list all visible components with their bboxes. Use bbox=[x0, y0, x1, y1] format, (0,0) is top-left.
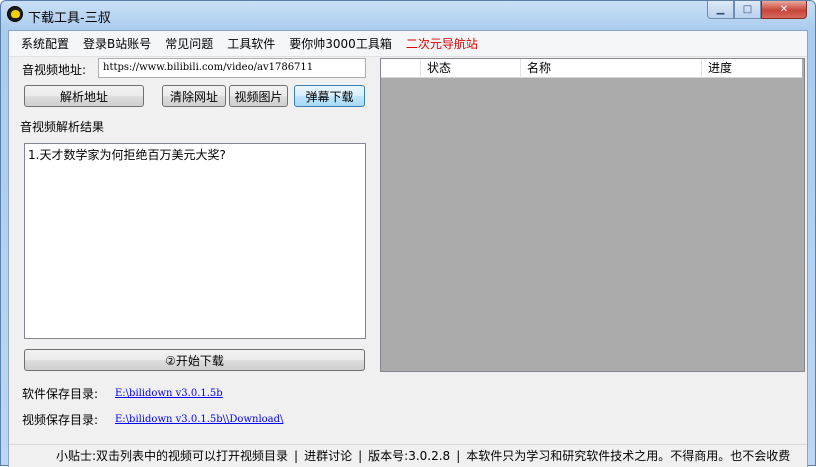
title-bar[interactable]: 下载工具-三叔 ▁ □ ✕ bbox=[1, 1, 815, 29]
column-header-name[interactable]: 名称 bbox=[521, 59, 702, 78]
join-group-link[interactable]: 进群讨论 bbox=[304, 449, 352, 463]
parse-address-button[interactable]: 解析地址 bbox=[24, 85, 144, 107]
status-separator: | bbox=[294, 449, 299, 463]
video-image-button[interactable]: 视频图片 bbox=[229, 85, 288, 107]
status-separator: | bbox=[456, 449, 461, 463]
clear-url-button[interactable]: 清除网址 bbox=[162, 85, 226, 107]
menu-bar: 系统配置 登录B站账号 常见问题 工具软件 要你帅3000工具箱 二次元导航站 bbox=[9, 31, 807, 57]
window-title: 下载工具-三叔 bbox=[28, 11, 111, 26]
client-area: 系统配置 登录B站账号 常见问题 工具软件 要你帅3000工具箱 二次元导航站 … bbox=[8, 30, 808, 467]
minimize-button[interactable]: ▁ bbox=[707, 1, 734, 19]
column-header-status[interactable]: 状态 bbox=[421, 59, 521, 78]
column-header-blank[interactable] bbox=[381, 59, 421, 78]
video-dir-link[interactable]: E:\bilidown v3.0.1.5b\\Download\ bbox=[115, 414, 283, 425]
menu-faq[interactable]: 常见问题 bbox=[159, 31, 221, 57]
disclaimer-text: 本软件只为学习和研究软件技术之用。不得商用。也不会收费 bbox=[466, 449, 791, 463]
download-list[interactable]: 状态 名称 进度 bbox=[380, 58, 805, 372]
software-dir-link[interactable]: E:\bilidown v3.0.1.5b bbox=[115, 388, 223, 399]
menu-toolbox[interactable]: 要你帅3000工具箱 bbox=[283, 31, 400, 57]
menu-login-bilibili[interactable]: 登录B站账号 bbox=[77, 31, 159, 57]
danmaku-download-button[interactable]: 弹幕下载 bbox=[294, 85, 365, 107]
download-list-header: 状态 名称 进度 bbox=[381, 59, 802, 78]
start-download-button[interactable]: ②开始下载 bbox=[24, 349, 365, 371]
version-text: 版本号:3.0.2.8 bbox=[368, 449, 451, 463]
app-window: 下载工具-三叔 ▁ □ ✕ 系统配置 登录B站账号 常见问题 工具软件 要你帅3… bbox=[0, 0, 816, 467]
url-input[interactable]: https://www.bilibili.com/video/av1786711 bbox=[98, 58, 366, 78]
column-header-progress[interactable]: 进度 bbox=[702, 59, 802, 78]
app-logo-icon bbox=[7, 6, 23, 22]
video-dir-label: 视频保存目录: bbox=[22, 413, 99, 427]
menu-system-config[interactable]: 系统配置 bbox=[15, 31, 77, 57]
menu-tools[interactable]: 工具软件 bbox=[221, 31, 283, 57]
menu-anime-nav[interactable]: 二次元导航站 bbox=[400, 31, 486, 57]
result-list[interactable]: 1.天才数学家为何拒绝百万美元大奖? bbox=[24, 143, 366, 339]
window-controls: ▁ □ ✕ bbox=[707, 1, 807, 19]
address-label: 音视频地址: bbox=[22, 63, 87, 77]
close-button[interactable]: ✕ bbox=[761, 1, 807, 19]
maximize-button[interactable]: □ bbox=[734, 1, 761, 19]
status-tip: 小贴士:双击列表中的视频可以打开视频目录 bbox=[56, 449, 289, 463]
status-bar: 小贴士:双击列表中的视频可以打开视频目录 | 进群讨论 | 版本号:3.0.2.8 | 本软… bbox=[9, 444, 807, 467]
software-dir-label: 软件保存目录: bbox=[22, 387, 99, 401]
result-item[interactable]: 1.天才数学家为何拒绝百万美元大奖? bbox=[28, 146, 362, 163]
status-separator: | bbox=[358, 449, 363, 463]
result-label: 音视频解析结果 bbox=[20, 120, 105, 134]
